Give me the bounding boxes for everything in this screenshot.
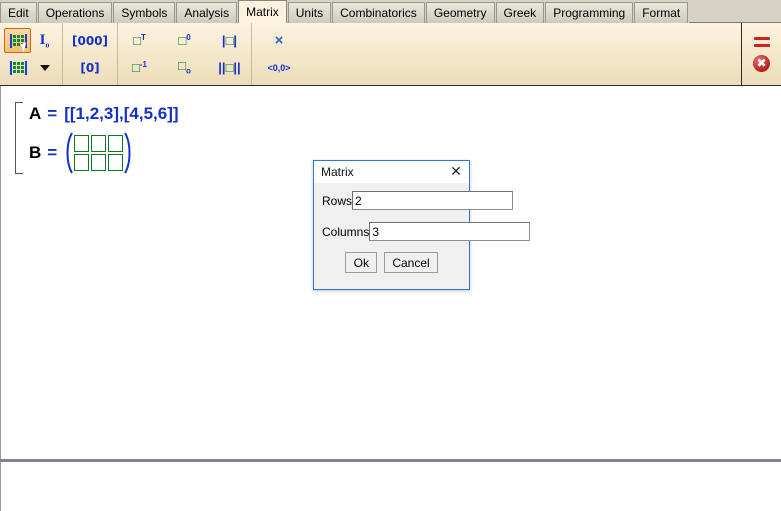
tab-units[interactable]: Units bbox=[287, 2, 332, 23]
matrix-insert-button[interactable] bbox=[4, 28, 31, 53]
tab-label: Units bbox=[295, 6, 324, 20]
matrix-cell[interactable] bbox=[91, 135, 107, 152]
equals-sign-A: = bbox=[47, 104, 58, 123]
toolbar-group-products: × <0,0> bbox=[252, 23, 306, 85]
worksheet-region[interactable]: A = [[1,2,3],[4,5,6]] B = bbox=[15, 102, 179, 174]
matrix-power-button[interactable]: □0 bbox=[171, 28, 198, 53]
determinant-button[interactable]: |□| bbox=[216, 28, 243, 53]
tab-bar-filler bbox=[689, 0, 781, 23]
tab-label: Geometry bbox=[433, 6, 487, 20]
toolbar-group-vectors: [000] [0] bbox=[63, 23, 118, 85]
tab-label: Greek bbox=[503, 6, 537, 20]
matrix-insert-icon bbox=[10, 33, 30, 53]
tab-format[interactable]: Format bbox=[634, 2, 689, 23]
equals-red-icon[interactable] bbox=[753, 36, 770, 47]
equals-sign-B: = bbox=[47, 143, 58, 162]
right-paren-icon bbox=[124, 132, 133, 174]
close-icon[interactable]: ✕ bbox=[447, 164, 465, 180]
toolbar-group-operators: □T □0 |□| □-1 □o ||□|| bbox=[118, 23, 252, 85]
worksheet-lines: A = [[1,2,3],[4,5,6]] B = bbox=[29, 102, 179, 174]
ribbon-tab-bar: Edit Operations Symbols Analysis Matrix … bbox=[0, 0, 781, 23]
toolbar-right-actions: ✖ bbox=[741, 23, 781, 85]
matrix-grid-icon bbox=[10, 60, 27, 76]
identity-matrix-button[interactable]: Io bbox=[31, 28, 58, 53]
empty-matrix-placeholder-B[interactable] bbox=[64, 132, 133, 174]
toolbar-buttons-area: Io [000] [0] □T □0 |□| □-1 □o ||□|| × <0… bbox=[0, 23, 741, 85]
dialog-body: Rows Columns Ok Cancel bbox=[314, 183, 531, 273]
cancel-button[interactable]: Cancel bbox=[384, 252, 438, 273]
tab-label: Symbols bbox=[121, 6, 168, 20]
tab-label: Format bbox=[642, 6, 681, 20]
matrix-cell[interactable] bbox=[74, 154, 90, 171]
matrix-cell[interactable] bbox=[108, 135, 124, 152]
assignment-line-A[interactable]: A = [[1,2,3],[4,5,6]] bbox=[29, 102, 179, 126]
column-vector-icon: [0] bbox=[80, 60, 100, 75]
matrix-cell[interactable] bbox=[91, 154, 107, 171]
tab-symbols[interactable]: Symbols bbox=[113, 2, 176, 23]
variable-name-A: A bbox=[29, 104, 42, 123]
variable-name-B: B bbox=[29, 143, 42, 162]
tab-combinatorics[interactable]: Combinatorics bbox=[332, 2, 425, 23]
row-vector-icon: [000] bbox=[71, 33, 109, 48]
identity-matrix-icon: Io bbox=[39, 31, 50, 50]
matrix-subscript-button[interactable]: □o bbox=[171, 55, 198, 80]
assignment-line-B[interactable]: B = bbox=[29, 132, 179, 174]
columns-input[interactable] bbox=[369, 222, 531, 241]
vector-coordinates-icon: <0,0> bbox=[267, 62, 291, 73]
row-vector-button[interactable]: [000] bbox=[71, 28, 109, 53]
left-paren-icon bbox=[64, 132, 74, 174]
matrix-inverse-button[interactable]: □-1 bbox=[126, 55, 153, 80]
tab-operations[interactable]: Operations bbox=[37, 2, 113, 23]
cross-product-button[interactable]: × bbox=[262, 28, 296, 53]
worksheet-next-page[interactable] bbox=[0, 462, 781, 511]
tab-label: Analysis bbox=[184, 6, 230, 20]
rows-field-row: Rows bbox=[322, 188, 514, 213]
dialog-title-bar[interactable]: Matrix ✕ bbox=[314, 161, 469, 183]
dropdown-caret-icon bbox=[39, 64, 50, 71]
transpose-button[interactable]: □T bbox=[126, 28, 153, 53]
matrix-grid-button[interactable] bbox=[4, 55, 31, 80]
tab-geometry[interactable]: Geometry bbox=[425, 2, 495, 23]
dialog-title: Matrix bbox=[321, 165, 354, 179]
matrix-toolbar: Io [000] [0] □T □0 |□| □-1 □o ||□|| × <0… bbox=[0, 23, 781, 86]
toolbar-group-insert: Io bbox=[0, 23, 63, 85]
dialog-button-row: Ok Cancel bbox=[322, 252, 461, 273]
tab-analysis[interactable]: Analysis bbox=[176, 2, 238, 23]
matrix-literal-A[interactable]: [[1,2,3],[4,5,6]] bbox=[64, 104, 178, 124]
tab-matrix[interactable]: Matrix bbox=[238, 0, 287, 23]
norm-icon: ||□|| bbox=[218, 60, 241, 75]
tab-edit[interactable]: Edit bbox=[0, 2, 37, 23]
determinant-icon: |□| bbox=[221, 33, 238, 48]
norm-button[interactable]: ||□|| bbox=[216, 55, 243, 80]
tab-programming[interactable]: Programming bbox=[545, 2, 634, 23]
rows-label: Rows bbox=[322, 193, 353, 208]
tab-label: Matrix bbox=[246, 5, 279, 19]
tab-label: Programming bbox=[553, 6, 626, 20]
application-window: Edit Operations Symbols Analysis Matrix … bbox=[0, 0, 781, 511]
matrix-cell-grid[interactable] bbox=[74, 135, 124, 171]
columns-label: Columns bbox=[322, 224, 370, 239]
matrix-subscript-icon: □o bbox=[178, 58, 191, 76]
mouse-cursor-icon bbox=[20, 41, 30, 53]
columns-field-row: Columns bbox=[322, 219, 531, 244]
matrix-cell[interactable] bbox=[74, 135, 90, 152]
matrix-inverse-icon: □-1 bbox=[132, 60, 147, 75]
cross-product-icon: × bbox=[274, 32, 284, 49]
region-bracket bbox=[15, 102, 23, 174]
column-vector-button[interactable]: [0] bbox=[73, 55, 107, 80]
tab-greek[interactable]: Greek bbox=[495, 2, 545, 23]
rows-input[interactable] bbox=[352, 191, 514, 210]
matrix-dialog: Matrix ✕ Rows Columns Ok Cancel bbox=[313, 160, 531, 290]
tab-label: Combinatorics bbox=[340, 6, 417, 20]
vector-coordinates-button[interactable]: <0,0> bbox=[262, 55, 296, 80]
tab-label: Edit bbox=[8, 6, 29, 20]
matrix-dropdown-button[interactable] bbox=[31, 55, 58, 80]
ok-button[interactable]: Ok bbox=[345, 252, 378, 273]
matrix-cell[interactable] bbox=[108, 154, 124, 171]
transpose-icon: □T bbox=[133, 33, 146, 48]
tab-label: Operations bbox=[45, 6, 105, 20]
matrix-power-icon: □0 bbox=[178, 33, 191, 48]
close-red-circle-icon[interactable]: ✖ bbox=[753, 54, 770, 72]
